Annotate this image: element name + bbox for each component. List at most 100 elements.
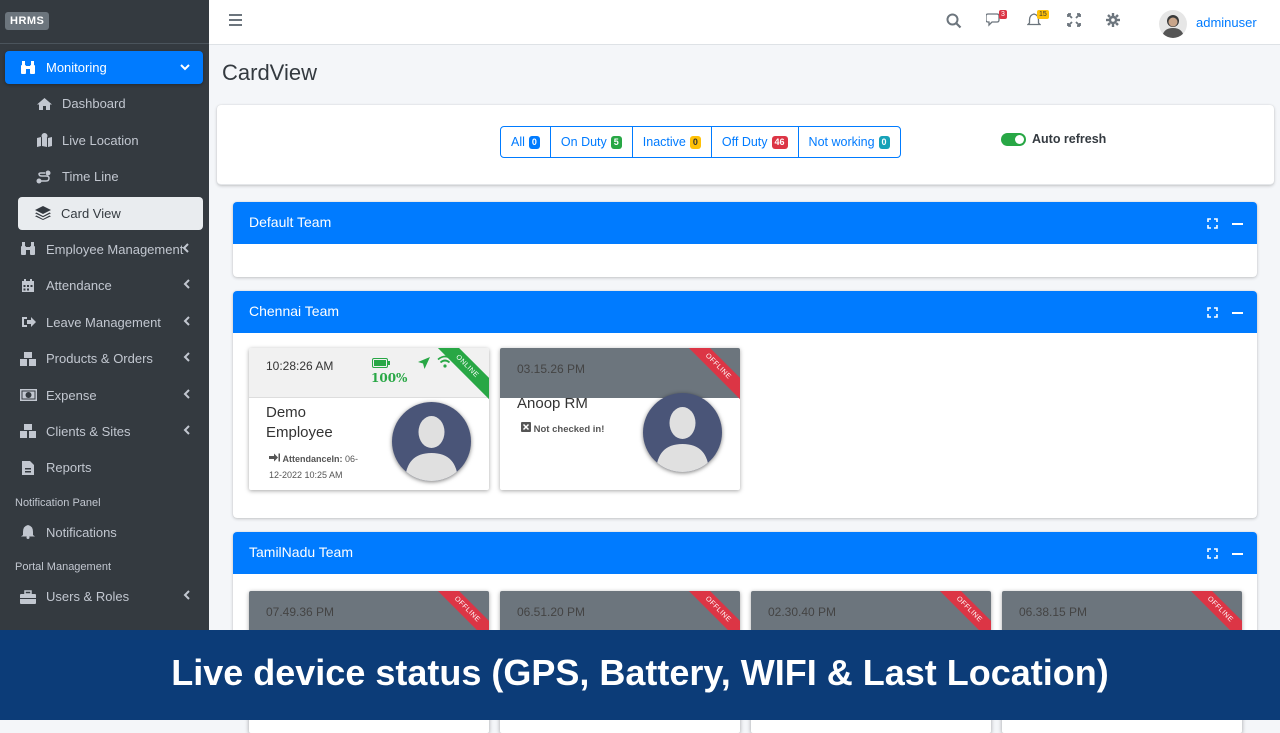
filter-count-badge: 46 — [771, 135, 788, 149]
sidebar-item-users-roles[interactable]: Users & Roles — [5, 580, 203, 613]
sidebar-item-live-location[interactable]: Live Location — [5, 124, 203, 157]
sidebar-item-employee-management[interactable]: Employee Management — [5, 233, 203, 266]
sidebar-item-leave-management[interactable]: Leave Management — [5, 306, 203, 339]
toolbox-icon — [19, 589, 37, 604]
file-report-icon — [19, 460, 37, 475]
chevron-left-icon — [182, 242, 189, 256]
filter-inactive-button[interactable]: Inactive 0 — [633, 127, 712, 157]
page-title: CardView — [222, 60, 317, 85]
filter-not-working-button[interactable]: Not working 0 — [799, 127, 900, 157]
sidebar-item-monitoring[interactable]: Monitoring — [5, 51, 203, 84]
last-update-time: 07.49.36 PM — [266, 605, 335, 619]
status-filter-group: All 0 On Duty 5 Inactive 0 Off Duty 46 Not w… — [500, 126, 901, 158]
employee-card[interactable]: 03.15.26 PM OFFLINE Anoop RM Not checked… — [500, 348, 740, 490]
chevron-left-icon — [183, 315, 190, 329]
home-icon — [35, 97, 53, 111]
attendance-info: AttendanceIn: 06- 12-2022 10:25 AM — [269, 451, 358, 483]
employee-name: Anoop RM — [517, 395, 588, 412]
team-name: TamilNadu Team — [249, 544, 354, 560]
chevron-left-icon — [183, 388, 190, 402]
filter-label: Not working — [808, 135, 875, 149]
notifications-badge: 15 — [1037, 10, 1049, 19]
filter-all-button[interactable]: All 0 — [501, 127, 551, 157]
map-marked-icon — [35, 133, 53, 148]
sidebar-nav: Monitoring Dashboard Live Location Time … — [0, 44, 209, 613]
binoculars-icon — [19, 60, 37, 75]
expand-icon[interactable] — [1207, 216, 1218, 232]
sidebar-item-label: Card View — [61, 205, 121, 221]
filter-count-badge: 0 — [878, 135, 890, 149]
sign-in-icon — [269, 453, 280, 464]
collapse-icon[interactable] — [1232, 223, 1243, 225]
filter-off-duty-button[interactable]: Off Duty 46 — [712, 127, 799, 157]
filter-label: On Duty — [560, 135, 607, 149]
sidebar-item-label: Expense — [46, 387, 97, 403]
messages-badge: 3 — [999, 10, 1007, 19]
attendance-value: 06- — [345, 454, 359, 464]
close-box-icon — [521, 422, 531, 435]
team-panel-default: Default Team — [233, 202, 1257, 277]
team-header: Chennai Team — [233, 291, 1257, 333]
chevron-left-icon — [183, 278, 190, 292]
bell-icon — [19, 525, 37, 540]
gear-icon[interactable] — [1106, 13, 1124, 31]
employee-card[interactable]: 10:28:26 AM 100% ONLINE Demo Employee At… — [249, 348, 489, 490]
card-header: 10:28:26 AM 100% ONLINE — [249, 348, 489, 403]
sidebar-item-time-line[interactable]: Time Line — [5, 160, 203, 193]
filter-label: Inactive — [642, 135, 686, 149]
sidebar: HRMS Monitoring Dashboard Live Location … — [0, 0, 209, 630]
brand-logo[interactable]: HRMS — [5, 12, 50, 30]
sidebar-item-card-view[interactable]: Card View — [18, 196, 203, 230]
chevron-left-icon — [183, 351, 190, 365]
card-header: 03.15.26 PM OFFLINE — [500, 348, 740, 403]
username[interactable]: adminuser — [1196, 15, 1257, 30]
last-update-time: 03.15.26 PM — [517, 362, 586, 376]
top-navbar: 3 15 adminuser — [209, 0, 1280, 45]
employee-avatar-icon — [392, 402, 471, 481]
team-panel-chennai: Chennai Team 10:28:26 AM 100% ONLINE Dem… — [233, 291, 1257, 518]
sidebar-item-dashboard[interactable]: Dashboard — [5, 87, 203, 120]
gps-location-arrow-icon — [417, 356, 431, 373]
search-icon[interactable] — [946, 13, 964, 31]
team-name: Chennai Team — [249, 303, 340, 319]
check-in-status: Not checked in! — [521, 422, 604, 435]
bell-icon[interactable]: 15 — [1026, 10, 1049, 31]
brand: HRMS — [0, 0, 209, 44]
last-update-time: 10:28:26 AM — [266, 359, 334, 373]
messages-icon[interactable]: 3 — [985, 10, 1007, 31]
team-header: TamilNadu Team — [233, 532, 1257, 574]
hamburger-menu-icon[interactable] — [229, 14, 242, 29]
sidebar-item-products-orders[interactable]: Products & Orders — [5, 342, 203, 375]
sidebar-item-label: Products & Orders — [46, 351, 153, 367]
sidebar-item-label: Leave Management — [46, 314, 161, 330]
attendance-label: AttendanceIn: — [282, 454, 343, 464]
sidebar-item-label: Attendance — [46, 278, 112, 294]
calendar-icon — [19, 278, 37, 293]
filter-label: Off Duty — [721, 135, 768, 149]
sidebar-item-attendance[interactable]: Attendance — [5, 269, 203, 302]
employee-avatar-icon — [643, 393, 722, 472]
sidebar-item-label: Clients & Sites — [46, 423, 131, 439]
employee-name-line: Demo — [266, 404, 307, 421]
user-avatar[interactable] — [1159, 10, 1187, 38]
filter-count-badge: 0 — [689, 135, 701, 149]
caption-banner: Live device status (GPS, Battery, WIFI &… — [0, 630, 1280, 720]
chevron-left-icon — [183, 424, 190, 438]
collapse-icon[interactable] — [1232, 553, 1243, 555]
sidebar-item-expense[interactable]: Expense — [5, 379, 203, 412]
sidebar-item-notifications[interactable]: Notifications — [5, 516, 203, 549]
expand-icon[interactable] — [1207, 546, 1218, 562]
auto-refresh-label: Auto refresh — [1032, 132, 1107, 146]
expand-icon[interactable] — [1207, 305, 1218, 321]
battery-icon — [372, 357, 390, 371]
sidebar-item-reports[interactable]: Reports — [5, 451, 203, 484]
sidebar-item-label: Live Location — [62, 132, 139, 148]
filter-on-duty-button[interactable]: On Duty 5 — [551, 127, 633, 157]
sidebar-item-label: Notifications — [46, 524, 117, 540]
collapse-icon[interactable] — [1232, 312, 1243, 314]
sidebar-item-clients-sites[interactable]: Clients & Sites — [5, 415, 203, 448]
sidebar-item-label: Time Line — [62, 169, 119, 185]
fullscreen-icon[interactable] — [1067, 13, 1085, 31]
auto-refresh-toggle[interactable] — [1001, 133, 1026, 146]
binoculars-icon — [19, 242, 37, 256]
